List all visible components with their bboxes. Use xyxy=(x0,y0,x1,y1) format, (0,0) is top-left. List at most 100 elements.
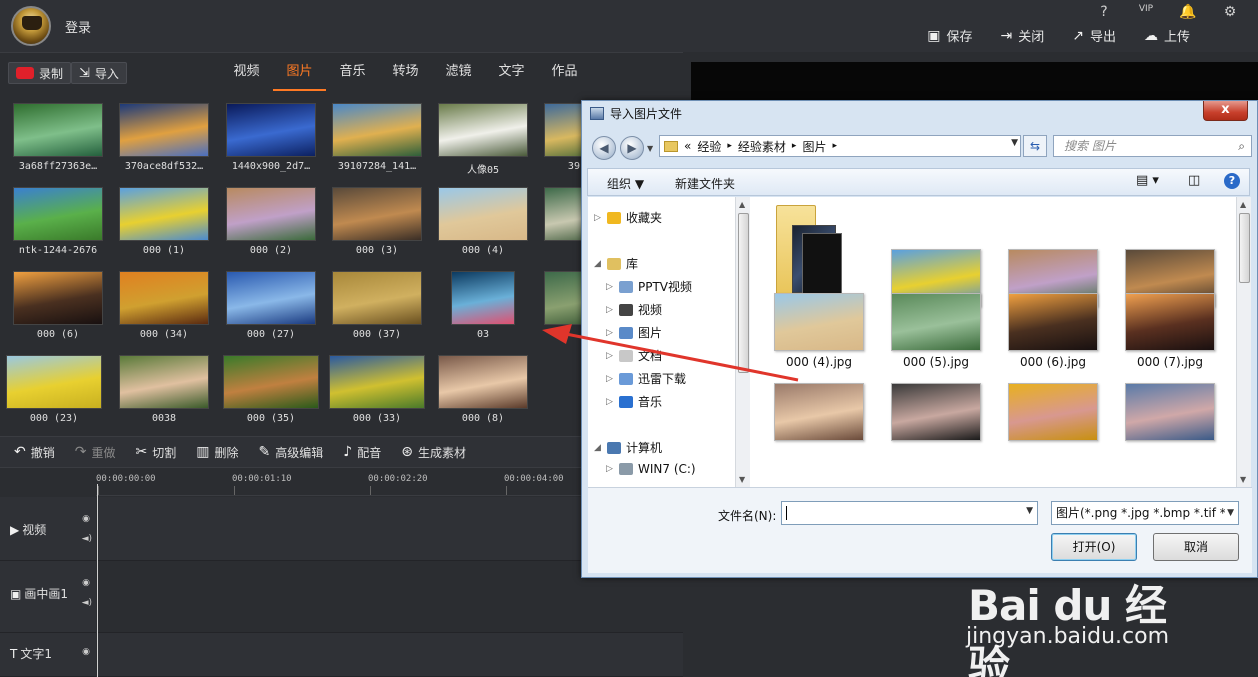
media-thumbnail[interactable]: 39107284_141… xyxy=(326,103,428,172)
eye-icon[interactable]: ◉ xyxy=(82,647,90,657)
scroll-down-icon[interactable]: ▼ xyxy=(739,475,745,484)
chevron-down-icon[interactable]: ▼ xyxy=(1225,502,1234,524)
file-type-select[interactable]: 图片(*.png *.jpg *.bmp *.tif *. ▼ xyxy=(1051,501,1239,525)
file-item[interactable] xyxy=(998,383,1108,445)
action-upload-button[interactable]: ☁ 上传 xyxy=(1144,26,1190,46)
file-item[interactable]: 000 (5).jpg xyxy=(881,293,991,369)
edit-button[interactable]: ✎ 高级编辑 xyxy=(259,444,324,461)
undo-button[interactable]: ↶ 撤销 xyxy=(14,444,55,461)
search-input[interactable]: 搜索 图片 ⌕ xyxy=(1053,135,1252,157)
breadcrumb-separator-icon[interactable]: ▸ xyxy=(832,141,837,151)
tab-0[interactable]: 视频 xyxy=(220,53,273,91)
media-thumbnail[interactable]: 000 (2) xyxy=(220,187,322,256)
scroll-up-icon[interactable]: ▲ xyxy=(739,200,745,209)
media-thumbnail[interactable]: 370ace8df532… xyxy=(113,103,215,172)
media-thumbnail[interactable]: 3a68ff27363e… xyxy=(7,103,109,172)
refresh-button[interactable]: ⇆ xyxy=(1023,135,1047,157)
media-thumbnail[interactable]: 000 (34) xyxy=(113,271,215,340)
file-scroll-thumb[interactable] xyxy=(1239,213,1250,283)
recent-pages-icon[interactable]: ▼ xyxy=(647,144,653,153)
forward-button[interactable]: ▶ xyxy=(620,136,644,160)
help-icon[interactable]: ? xyxy=(1094,4,1114,20)
media-thumbnail[interactable]: 000 (37) xyxy=(326,271,428,340)
media-thumbnail[interactable]: 000 (4) xyxy=(432,187,534,256)
expand-arrow-icon[interactable]: ▷ xyxy=(606,351,614,361)
breadcrumb-item[interactable]: 经验素材 xyxy=(738,138,786,155)
media-thumbnail[interactable]: ntk-1244-2676 xyxy=(7,187,109,256)
open-button[interactable]: 打开(O) xyxy=(1051,533,1137,561)
breadcrumb-item[interactable]: 图片 xyxy=(802,138,826,155)
media-thumbnail[interactable]: 000 (6) xyxy=(7,271,109,340)
track-lane[interactable] xyxy=(97,633,683,677)
settings-icon[interactable]: ⚙ xyxy=(1220,4,1240,20)
help-icon[interactable]: ? xyxy=(1224,173,1240,189)
file-item[interactable]: 000 (4).jpg xyxy=(764,293,874,369)
media-thumbnail[interactable]: 000 (3) xyxy=(326,187,428,256)
nav-item[interactable]: ▷ PPTV视频 xyxy=(606,278,692,295)
media-thumbnail[interactable]: 03 xyxy=(432,271,534,340)
tab-4[interactable]: 滤镜 xyxy=(432,53,485,91)
tab-1[interactable]: 图片 xyxy=(273,53,326,91)
trash-button[interactable]: ▥ 删除 xyxy=(196,444,238,461)
organize-menu[interactable]: 组织 ▼ xyxy=(607,175,644,192)
vip-icon[interactable]: VIP xyxy=(1136,4,1156,20)
expand-arrow-icon[interactable]: ▷ xyxy=(606,282,614,292)
eye-icon[interactable]: ◉ xyxy=(82,514,90,524)
nav-item[interactable]: ▷ 图片 xyxy=(606,324,662,341)
expand-arrow-icon[interactable]: ▷ xyxy=(606,305,614,315)
file-item[interactable] xyxy=(881,383,991,445)
expand-arrow-icon[interactable]: ▷ xyxy=(606,328,614,338)
file-item[interactable]: 000 (7).jpg xyxy=(1115,293,1225,369)
expand-arrow-icon[interactable]: ◢ xyxy=(594,443,602,453)
file-item[interactable]: 000 (6).jpg xyxy=(998,293,1108,369)
action-export-button[interactable]: ↗ 导出 xyxy=(1072,26,1116,46)
nav-scroll-thumb[interactable] xyxy=(738,213,749,373)
expand-arrow-icon[interactable]: ▷ xyxy=(594,213,602,223)
notification-icon[interactable]: 🔔 xyxy=(1178,4,1198,20)
breadcrumb-separator-icon[interactable]: ▸ xyxy=(727,141,732,151)
tab-6[interactable]: 作品 xyxy=(538,53,591,91)
preview-pane-icon[interactable]: ◫ xyxy=(1188,173,1200,188)
scroll-down-icon[interactable]: ▼ xyxy=(1240,475,1246,484)
media-thumbnail[interactable]: 000 (33) xyxy=(326,355,428,424)
file-scrollbar[interactable]: ▲ ▼ xyxy=(1236,197,1251,487)
new-folder-button[interactable]: 新建文件夹 xyxy=(675,175,735,192)
media-thumbnail[interactable]: 000 (23) xyxy=(3,355,105,424)
breadcrumb-separator-icon[interactable]: ▸ xyxy=(792,141,797,151)
chevron-down-icon[interactable]: ▼ xyxy=(1011,138,1018,148)
media-thumbnail[interactable]: 000 (35) xyxy=(220,355,322,424)
nav-item[interactable]: ▷ 视频 xyxy=(606,301,662,318)
file-item[interactable] xyxy=(764,383,874,445)
address-bar[interactable]: « 经验 ▸ 经验素材 ▸ 图片 ▸ ▼ xyxy=(659,135,1021,157)
expand-arrow-icon[interactable]: ▷ xyxy=(606,374,614,384)
nav-item[interactable]: ▷ WIN7 (C:) xyxy=(606,462,696,476)
nav-item[interactable]: ◢ 库 xyxy=(594,255,638,272)
nav-item[interactable]: ▷ 音乐 xyxy=(606,393,662,410)
tab-3[interactable]: 转场 xyxy=(379,53,432,91)
media-thumbnail[interactable]: 1440x900_2d7… xyxy=(220,103,322,172)
action-save-button[interactable]: ▣ 保存 xyxy=(927,26,972,46)
action-close-button[interactable]: ⇥ 关闭 xyxy=(1000,26,1044,46)
speaker-icon[interactable]: ◄) xyxy=(82,534,92,544)
file-item[interactable] xyxy=(1115,383,1225,445)
speaker-icon[interactable]: ◄) xyxy=(82,598,92,608)
scroll-up-icon[interactable]: ▲ xyxy=(1240,200,1246,209)
expand-arrow-icon[interactable]: ▷ xyxy=(606,464,614,474)
tab-2[interactable]: 音乐 xyxy=(326,53,379,91)
expand-arrow-icon[interactable]: ▷ xyxy=(606,397,614,407)
breadcrumb-item[interactable]: 经验 xyxy=(697,138,721,155)
login-link[interactable]: 登录 xyxy=(65,17,91,36)
cancel-button[interactable]: 取消 xyxy=(1153,533,1239,561)
tab-5[interactable]: 文字 xyxy=(485,53,538,91)
scissors-button[interactable]: ✂ 切割 xyxy=(136,444,177,461)
eye-icon[interactable]: ◉ xyxy=(82,578,90,588)
view-options-icon[interactable]: ▤ ▾ xyxy=(1136,173,1159,188)
import-button[interactable]: ⇲ 导入 xyxy=(71,62,127,84)
media-thumbnail[interactable]: 000 (8) xyxy=(432,355,534,424)
nav-scrollbar[interactable]: ▲ ▼ xyxy=(735,197,750,487)
playhead[interactable] xyxy=(97,484,98,677)
nav-item[interactable]: ◢ 计算机 xyxy=(594,439,662,456)
media-thumbnail[interactable]: 000 (1) xyxy=(113,187,215,256)
redo-button[interactable]: ↷ 重做 xyxy=(75,444,116,461)
record-button[interactable]: 录制 xyxy=(8,62,72,84)
